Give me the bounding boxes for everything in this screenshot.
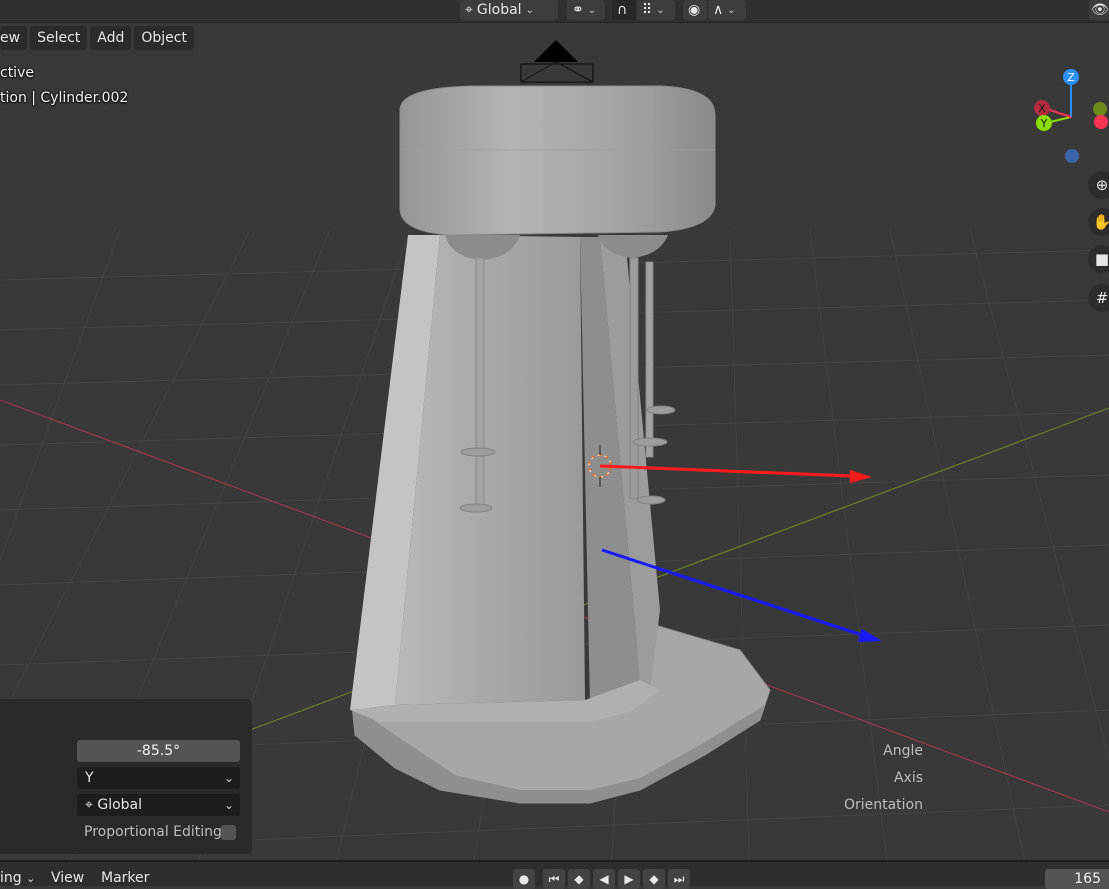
gizmo-x-label: X [1038, 102, 1046, 115]
camera-icon: ■ [1094, 250, 1109, 268]
next-keyframe-icon: ◆ [649, 872, 659, 886]
gizmo-neg-x [1094, 115, 1108, 129]
axis-label: Axis [893, 770, 923, 786]
jump-start-icon: ⏮ [548, 871, 560, 886]
play-button[interactable]: ▶ [618, 869, 640, 889]
prev-keyframe-icon: ◆ [574, 872, 584, 886]
viewport-header: ⌖ Global ⌄ ⚭ ⌄ ∩ ⠿ ⌄ ◉ ∧ ⌄ 👁 [0, 0, 1109, 23]
perspective-toggle-button[interactable]: # [1088, 284, 1109, 312]
record-icon: ● [518, 872, 530, 886]
gizmo-z-label: Z [1067, 71, 1075, 84]
visibility-dropdown[interactable]: 👁 [1089, 0, 1109, 20]
timeline-header: ing ⌄ View Marker ● ⏮ ◆ ◀ ▶ ◆ ⏭ 165 [0, 860, 1109, 889]
proportional-editing-toggle[interactable]: ◉ [683, 0, 707, 20]
proportional-editing-checkbox[interactable] [221, 825, 236, 840]
chevron-down-icon: ⌄ [26, 872, 36, 885]
pivot-point-icon: ⚭ [572, 2, 584, 18]
orientation-dropdown[interactable]: ⌖ Global ⌄ [77, 794, 240, 816]
axis-dropdown[interactable]: Y ⌄ [77, 767, 240, 789]
menu-select[interactable]: Select [30, 26, 88, 50]
jump-end-button[interactable]: ⏭ [668, 869, 690, 889]
play-reverse-button[interactable]: ◀ [593, 869, 615, 889]
gizmo-y-label: Y [1040, 117, 1048, 130]
pivot-point-dropdown[interactable]: ⚭ ⌄ [567, 0, 605, 20]
timeline-mode-dropdown[interactable]: ing ⌄ [0, 870, 35, 886]
menu-object[interactable]: Object [134, 26, 194, 50]
transform-orientation-icon: ⌖ [465, 2, 473, 18]
falloff-icon: ∧ [713, 2, 724, 18]
eye-icon: 👁 [1091, 2, 1109, 18]
navigation-gizmo[interactable]: Z X Y [1034, 69, 1108, 163]
play-reverse-icon: ◀ [599, 872, 609, 886]
camera-view-button[interactable]: ■ [1088, 245, 1109, 273]
hand-icon: ✋ [1092, 213, 1109, 231]
chevron-down-icon: ⌄ [223, 798, 234, 812]
transform-orientation-value: Global [476, 2, 522, 18]
axis-value: Y [85, 770, 94, 786]
timeline-mode-value: ing [0, 870, 22, 886]
snap-icon: ∩ [617, 2, 628, 18]
zoom-icon: ⊕ [1095, 176, 1109, 194]
pan-button[interactable]: ✋ [1088, 208, 1109, 236]
transform-orientation-icon: ⌖ [85, 797, 98, 813]
chevron-down-icon: ⌄ [525, 4, 534, 16]
transform-orientation-dropdown[interactable]: ⌖ Global ⌄ [460, 0, 558, 20]
snap-target-dropdown[interactable]: ⠿ ⌄ [637, 0, 675, 20]
chevron-down-icon: ⌄ [223, 771, 234, 785]
camera-object-icon [520, 40, 594, 83]
gizmo-neg-y [1093, 102, 1107, 116]
proportional-editing-icon: ◉ [688, 2, 701, 18]
viewport-menu: ew Select Add Object [0, 26, 194, 50]
angle-field[interactable]: -85.5° [77, 740, 240, 762]
gizmo-neg-z [1065, 149, 1079, 163]
angle-label: Angle [883, 743, 923, 759]
mixer-model[interactable] [350, 85, 771, 804]
menu-add[interactable]: Add [90, 26, 132, 50]
proportional-editing-label: Proportional Editing [84, 824, 222, 840]
prev-keyframe-button[interactable]: ◆ [568, 869, 590, 889]
falloff-dropdown[interactable]: ∧ ⌄ [708, 0, 746, 20]
viewport-mode-text: ctive [0, 65, 34, 81]
jump-end-icon: ⏭ [673, 871, 685, 886]
current-frame-field[interactable]: 165 [1045, 869, 1109, 889]
menu-view[interactable]: ew [0, 26, 28, 50]
chevron-down-icon: ⌄ [727, 4, 736, 16]
grid-icon: # [1095, 289, 1109, 307]
next-keyframe-button[interactable]: ◆ [643, 869, 665, 889]
viewport-object-text: tion | Cylinder.002 [0, 90, 129, 106]
timeline-menu-marker[interactable]: Marker [101, 870, 149, 886]
jump-start-button[interactable]: ⏮ [543, 869, 565, 889]
record-button[interactable]: ● [513, 869, 535, 889]
snap-target-icon: ⠿ [642, 2, 653, 18]
orientation-value: Global [97, 797, 143, 813]
timeline-menu-view[interactable]: View [51, 870, 84, 886]
chevron-down-icon: ⌄ [656, 4, 665, 16]
zoom-button[interactable]: ⊕ [1088, 171, 1109, 199]
play-icon: ▶ [624, 872, 634, 886]
orientation-label: Orientation [843, 797, 923, 813]
chevron-down-icon: ⌄ [587, 4, 597, 16]
snap-toggle[interactable]: ∩ [612, 0, 636, 20]
